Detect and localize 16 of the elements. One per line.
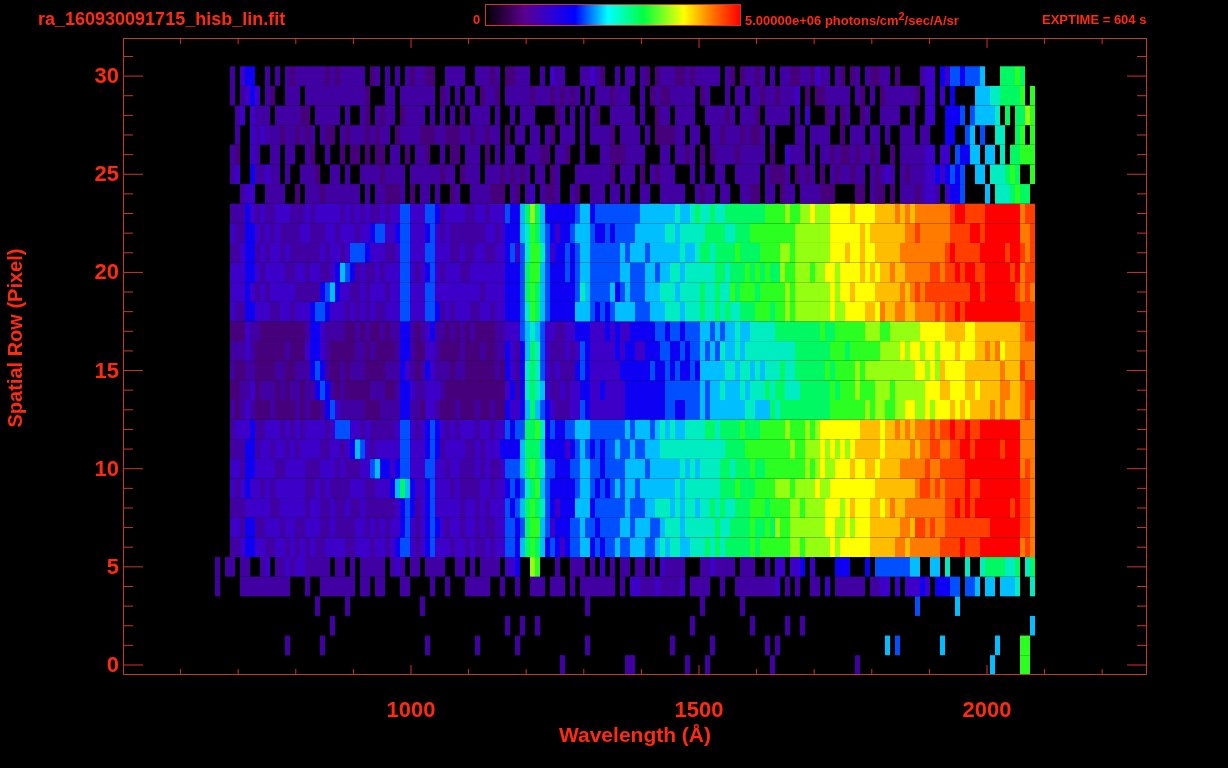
y-tick-label: 30	[94, 63, 119, 90]
y-tick-label: 5	[106, 553, 119, 580]
y-tick-label: 15	[94, 357, 119, 384]
y-tick-label: 0	[106, 652, 119, 678]
x-tick-label: 1000	[386, 697, 436, 723]
y-tick-label: 25	[94, 161, 119, 188]
x-axis-label: Wavelength (Å)	[558, 723, 712, 747]
colorbar-max-label: 5.00000e+06 photons/cm$^{2}$/sec/A/sr	[745, 9, 960, 29]
exposure-time: EXPTIME = 604 s	[1042, 11, 1147, 27]
y-tick-label: 20	[94, 259, 119, 286]
file-title: ra_160930091715_hisb_lin.fit	[38, 8, 287, 30]
y-tick-label: 10	[94, 455, 119, 482]
colorbar-min-label: 0	[473, 11, 482, 27]
y-axis-label: Spatial Row (Pixel)	[3, 248, 27, 428]
x-tick-label: 2000	[962, 697, 1012, 723]
x-tick-label: 1500	[674, 697, 724, 723]
